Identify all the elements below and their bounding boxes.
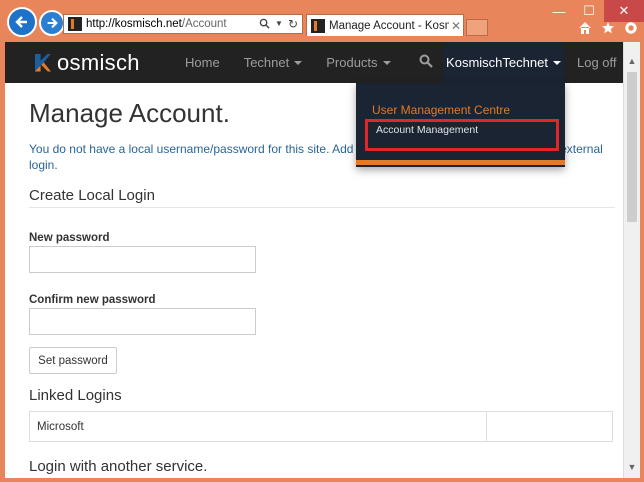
login-another-service-heading: Login with another service.	[29, 458, 208, 475]
browser-tab[interactable]: Manage Account - Kosmisc... ✕	[306, 14, 464, 36]
table-cell-provider: Microsoft	[30, 412, 487, 441]
site-brand[interactable]: osmisch	[33, 50, 173, 76]
address-bar[interactable]: http://kosmisch.net/Account ▼ ↻	[63, 14, 303, 34]
arrow-right-icon	[47, 17, 58, 29]
site-favicon-icon	[68, 17, 82, 31]
table-cell-action[interactable]	[487, 412, 612, 441]
search-icon[interactable]	[419, 54, 433, 68]
scroll-thumb[interactable]	[627, 72, 637, 222]
linked-logins-table: Microsoft	[29, 411, 613, 442]
search-icon[interactable]	[259, 18, 270, 29]
create-local-login-heading: Create Local Login	[29, 187, 155, 204]
dropdown-arrow-icon[interactable]: ▼	[275, 18, 283, 30]
tab-favicon-icon	[311, 18, 325, 33]
gear-icon[interactable]	[624, 21, 638, 35]
nav-technet[interactable]: Technet	[232, 42, 315, 83]
new-tab-button[interactable]	[466, 19, 488, 36]
maximize-button[interactable]: ☐	[574, 0, 604, 22]
minimize-button[interactable]: —	[544, 0, 574, 22]
site-navbar: osmisch Home Technet Products KosmischTe…	[5, 42, 623, 83]
divider	[29, 207, 615, 208]
brand-text: osmisch	[57, 49, 140, 75]
dropdown-header: User Management Centre	[372, 103, 511, 117]
scroll-up-icon[interactable]: ▲	[627, 56, 637, 66]
forward-button[interactable]	[39, 10, 65, 36]
refresh-icon[interactable]: ↻	[288, 18, 298, 30]
arrow-left-icon	[15, 16, 27, 28]
kosmisch-logo-icon	[33, 52, 55, 74]
caret-down-icon	[294, 60, 303, 65]
window-close-button[interactable]: ✕	[604, 0, 644, 22]
set-password-button[interactable]: Set password	[29, 347, 117, 374]
new-password-input[interactable]	[29, 246, 256, 273]
caret-down-icon	[382, 60, 391, 65]
tab-close-icon[interactable]: ✕	[449, 19, 463, 33]
caret-down-icon	[552, 60, 561, 65]
back-button[interactable]	[7, 7, 37, 37]
linked-logins-heading: Linked Logins	[29, 387, 122, 404]
highlight-annotation-box	[365, 119, 559, 151]
nav-products[interactable]: Products	[314, 42, 402, 83]
scroll-down-icon[interactable]: ▼	[627, 462, 637, 472]
star-icon[interactable]	[601, 21, 615, 35]
vertical-scrollbar[interactable]: ▲ ▼	[623, 42, 640, 478]
address-url: http://kosmisch.net/Account	[86, 18, 227, 30]
window-controls: — ☐ ✕	[544, 0, 644, 22]
browser-chrome: http://kosmisch.net/Account ▼ ↻ Manage A…	[0, 0, 644, 42]
nav-user-menu[interactable]: KosmischTechnet	[443, 42, 564, 83]
nav-logoff[interactable]: Log off	[577, 42, 617, 83]
new-password-label: New password	[29, 232, 110, 244]
confirm-password-input[interactable]	[29, 308, 256, 335]
tab-title: Manage Account - Kosmisc...	[329, 19, 449, 32]
confirm-password-label: Confirm new password	[29, 294, 156, 306]
home-icon[interactable]	[578, 21, 592, 35]
nav-home[interactable]: Home	[173, 42, 232, 83]
dropdown-accent-bar	[356, 160, 565, 165]
